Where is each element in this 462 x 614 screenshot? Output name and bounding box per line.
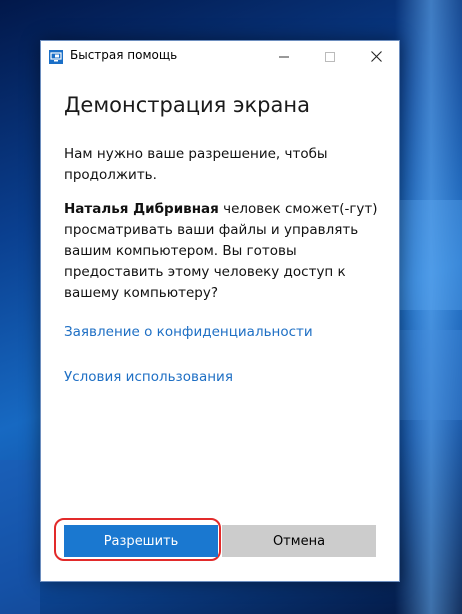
permission-text: Нам нужно ваше разрешение, чтобы продолж… [64,146,328,183]
wallpaper-pane [400,330,462,420]
page-title: Демонстрация экрана [64,93,310,117]
minimize-icon [279,47,289,66]
maximize-button[interactable] [307,41,353,71]
window-title: Быстрая помощь [70,48,178,62]
close-icon [370,47,382,66]
quick-assist-window: Быстрая помощь Демонстрация экрана Нам н… [40,40,400,582]
privacy-statement-link[interactable]: Заявление о конфиденциальности [64,324,313,340]
close-button[interactable] [353,41,399,71]
cancel-button[interactable]: Отмена [222,525,376,557]
wallpaper-pane [400,200,462,310]
allow-button[interactable]: Разрешить [64,525,218,557]
terms-of-use-link[interactable]: Условия использования [64,369,233,385]
quick-assist-icon [49,49,63,64]
access-description: Наталья Дибривная человек сможет(-гут) п… [64,199,384,304]
wallpaper-pane [0,460,40,614]
title-bar[interactable]: Быстрая помощь [41,41,399,71]
minimize-button[interactable] [261,41,307,71]
wallpaper-light-streak [395,0,462,614]
helper-name: Наталья Дибривная [64,201,219,217]
maximize-icon [325,47,335,66]
